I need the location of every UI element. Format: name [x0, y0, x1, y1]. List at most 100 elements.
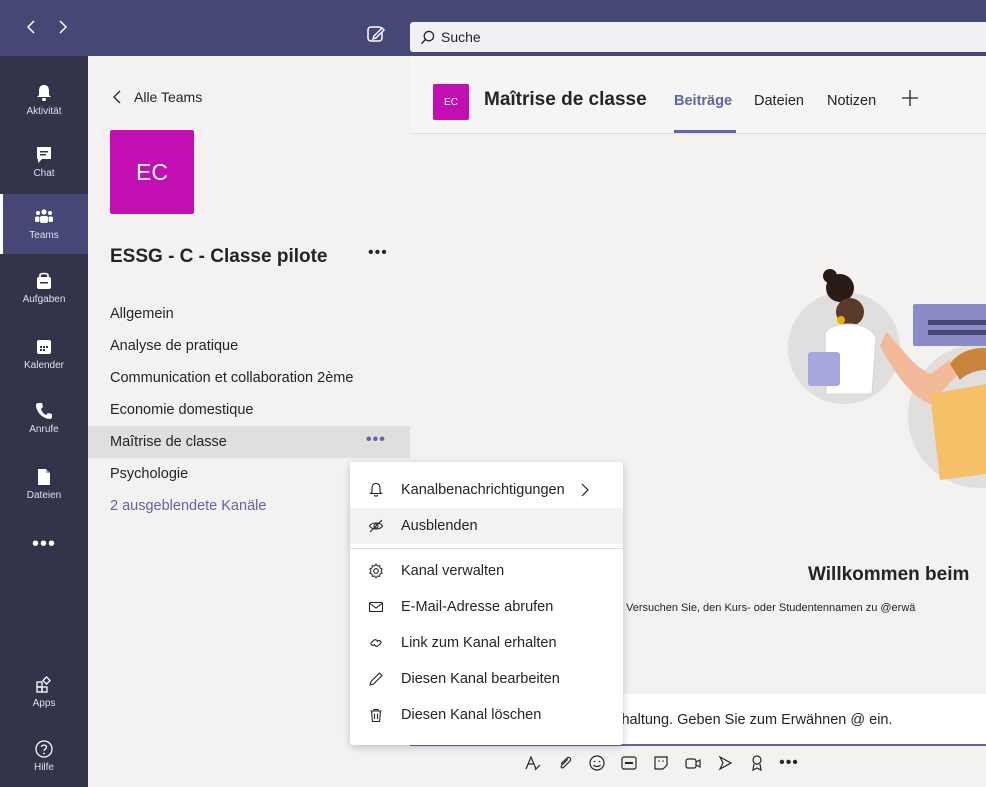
apps-icon	[36, 676, 51, 693]
menu-item-delete-channel[interactable]: Diesen Kanal löschen	[350, 697, 623, 733]
rail-item-help[interactable]: Hilfe	[0, 726, 88, 786]
menu-item-edit-channel[interactable]: Diesen Kanal bearbeiten	[350, 661, 623, 697]
menu-item-label: Ausblenden	[401, 518, 478, 534]
praise-icon	[752, 755, 762, 772]
menu-item-manage-channel[interactable]: Kanal verwalten	[350, 553, 623, 589]
search-input[interactable]	[441, 29, 741, 45]
rail-item-label: Apps	[32, 698, 56, 709]
emoji-button[interactable]	[586, 752, 608, 774]
tab-notes[interactable]: Notizen	[827, 93, 876, 109]
back-label: Alle Teams	[134, 89, 203, 105]
chat-icon	[37, 147, 51, 163]
teams-icon	[35, 209, 53, 223]
channel-item[interactable]: Communication et collaboration 2ème	[88, 362, 410, 394]
nav-arrows	[24, 16, 70, 38]
rail-item-label: Teams	[29, 230, 59, 241]
title-bar	[0, 0, 986, 56]
channel-more-button[interactable]: •••	[366, 431, 386, 449]
rail-item-label: Anrufe	[29, 424, 59, 435]
menu-item-label: Kanal verwalten	[401, 563, 505, 579]
menu-item-channel-notifications[interactable]: Kanalbenachrichtigungen	[350, 472, 623, 508]
rail-item-calendar[interactable]: Kalender	[0, 324, 88, 384]
search-bar[interactable]	[410, 22, 986, 52]
channel-title: Maîtrise de classe	[484, 89, 647, 110]
rail-item-label: Chat	[33, 168, 55, 179]
channel-label: Maîtrise de classe	[110, 434, 227, 450]
channel-context-menu: Kanalbenachrichtigungen Ausblenden Kanal…	[350, 462, 623, 745]
team-avatar: EC	[110, 130, 194, 214]
praise-button[interactable]	[746, 752, 768, 774]
welcome-subtitle: Versuchen Sie, den Kurs- oder Studentenn…	[626, 602, 916, 614]
rail-item-activity[interactable]: Aktivität	[0, 70, 88, 130]
channel-item[interactable]: Allgemein	[88, 298, 410, 330]
rail-more-button[interactable]: •••	[0, 514, 88, 574]
mail-icon	[368, 601, 384, 613]
phone-icon	[36, 403, 52, 419]
search-icon	[420, 30, 435, 44]
rail-item-apps[interactable]: Apps	[0, 662, 88, 722]
menu-item-get-email[interactable]: E-Mail-Adresse abrufen	[350, 589, 623, 625]
files-icon	[38, 469, 50, 485]
paperclip-icon	[560, 756, 572, 769]
chevron-right-icon	[581, 483, 589, 497]
channel-item[interactable]: Analyse de pratique	[88, 330, 410, 362]
channel-item[interactable]: Economie domestique	[88, 394, 410, 426]
sticker-button[interactable]	[650, 752, 672, 774]
active-tab-indicator	[674, 130, 736, 133]
app-rail: Aktivität Chat Teams Aufgaben Kalender A…	[0, 56, 88, 787]
format-button[interactable]	[522, 752, 544, 774]
rail-item-label: Hilfe	[33, 762, 54, 773]
menu-item-label: E-Mail-Adresse abrufen	[401, 599, 554, 615]
meet-now-button[interactable]	[682, 752, 704, 774]
forward-arrow-icon[interactable]	[56, 16, 70, 38]
gear-icon	[369, 563, 383, 579]
menu-item-label: Kanalbenachrichtigungen	[401, 482, 565, 498]
more-options-button[interactable]: •••	[778, 752, 800, 774]
rail-item-label: Kalender	[23, 360, 65, 371]
stream-button[interactable]	[714, 752, 736, 774]
assignments-icon	[37, 272, 51, 289]
menu-item-get-link[interactable]: Link zum Kanal erhalten	[350, 625, 623, 661]
stream-icon	[718, 755, 733, 771]
back-arrow-icon[interactable]	[24, 16, 38, 38]
composer-toolbar: •••	[522, 752, 800, 774]
bell-icon	[37, 85, 51, 101]
more-icon: •••	[31, 532, 56, 555]
gif-icon	[621, 756, 637, 770]
menu-item-hide[interactable]: Ausblenden	[350, 508, 623, 544]
link-icon	[370, 639, 382, 647]
rail-item-label: Dateien	[26, 490, 62, 501]
bell-icon	[369, 482, 383, 497]
team-more-button[interactable]: •••	[368, 244, 388, 262]
help-icon	[35, 740, 53, 758]
video-icon	[685, 758, 701, 769]
chevron-left-icon	[113, 90, 121, 104]
pencil-icon	[369, 672, 383, 686]
tab-files[interactable]: Dateien	[754, 93, 804, 109]
format-icon	[525, 755, 541, 771]
channel-avatar: EC	[433, 84, 469, 120]
menu-item-label: Diesen Kanal bearbeiten	[401, 671, 560, 687]
channel-header: EC Maîtrise de classe Beiträge Dateien N…	[410, 56, 986, 134]
compose-icon[interactable]	[366, 24, 386, 44]
menu-item-label: Diesen Kanal löschen	[401, 707, 542, 723]
rail-item-label: Aktivität	[26, 106, 62, 117]
rail-item-label: Aufgaben	[22, 294, 66, 305]
channel-item-selected[interactable]: Maîtrise de classe •••	[88, 426, 410, 458]
menu-divider	[350, 548, 623, 549]
back-to-all-teams[interactable]: Alle Teams	[112, 89, 202, 105]
rail-item-chat[interactable]: Chat	[0, 132, 88, 192]
add-tab-icon[interactable]	[900, 88, 920, 108]
menu-item-label: Link zum Kanal erhalten	[401, 635, 557, 651]
welcome-title: Willkommen beim	[808, 564, 970, 585]
eye-off-icon	[368, 519, 384, 533]
rail-item-files[interactable]: Dateien	[0, 454, 88, 514]
gif-button[interactable]	[618, 752, 640, 774]
rail-item-teams[interactable]: Teams	[0, 194, 88, 254]
rail-item-calls[interactable]: Anrufe	[0, 388, 88, 448]
team-name: ESSG - C - Classe pilote	[110, 246, 328, 267]
sticker-icon	[654, 756, 668, 770]
tab-posts[interactable]: Beiträge	[674, 93, 732, 109]
attach-button[interactable]	[554, 752, 576, 774]
rail-item-assignments[interactable]: Aufgaben	[0, 258, 88, 318]
